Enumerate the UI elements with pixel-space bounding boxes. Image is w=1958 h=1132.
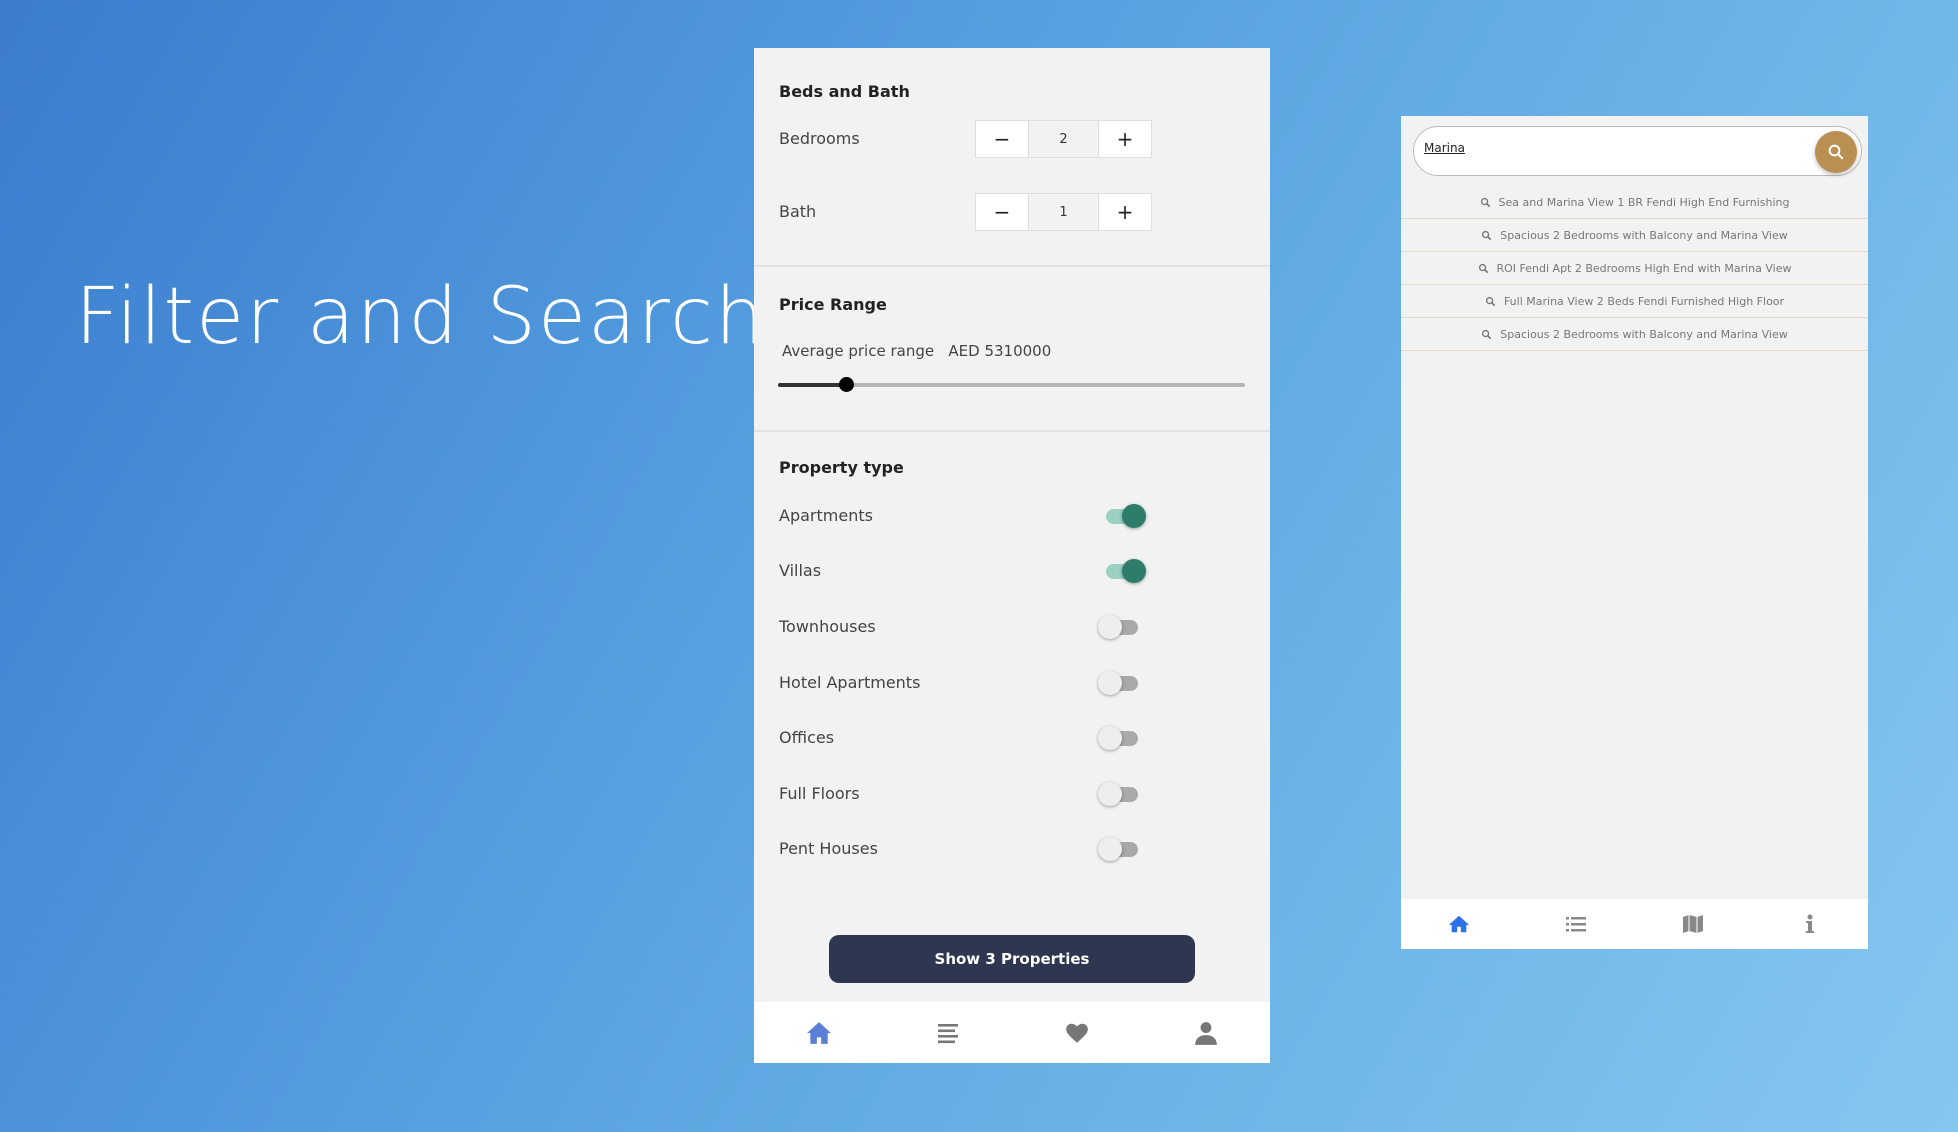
search-bar bbox=[1413, 126, 1862, 176]
property-type-toggle[interactable] bbox=[1098, 834, 1148, 864]
hero-title: Filter and Search bbox=[75, 272, 767, 362]
divider bbox=[754, 430, 1270, 432]
property-type-label: Pent Houses bbox=[779, 839, 878, 858]
nav-home-icon[interactable] bbox=[1439, 904, 1479, 944]
nav-list-icon[interactable] bbox=[928, 1013, 968, 1053]
search-icon bbox=[1828, 144, 1844, 160]
toggle-knob bbox=[1098, 671, 1122, 695]
nav-heart-icon[interactable] bbox=[1057, 1013, 1097, 1053]
property-type-label: Villas bbox=[779, 561, 822, 580]
property-type-heading: Property type bbox=[779, 458, 904, 477]
property-type-label: Apartments bbox=[779, 506, 873, 525]
toggle-knob bbox=[1098, 782, 1122, 806]
suggestion-text: Spacious 2 Bedrooms with Balcony and Mar… bbox=[1500, 327, 1788, 341]
search-icon bbox=[1482, 230, 1492, 240]
price-slider-fill bbox=[778, 383, 847, 387]
bath-increment-button[interactable]: + bbox=[1099, 194, 1151, 230]
divider bbox=[754, 265, 1270, 267]
bath-decrement-button[interactable]: − bbox=[976, 194, 1028, 230]
property-type-label: Offices bbox=[779, 728, 835, 747]
bedrooms-label: Bedrooms bbox=[779, 129, 860, 148]
bottom-nav bbox=[1401, 899, 1868, 949]
search-icon bbox=[1485, 296, 1496, 306]
search-input[interactable] bbox=[1424, 141, 1784, 155]
price-range-heading: Price Range bbox=[779, 295, 887, 314]
toggle-knob bbox=[1122, 559, 1146, 583]
bath-stepper: − 1 + bbox=[975, 193, 1152, 231]
toggle-knob bbox=[1098, 837, 1122, 861]
bedrooms-decrement-button[interactable]: − bbox=[976, 121, 1028, 157]
bedrooms-value: 2 bbox=[1028, 121, 1099, 157]
show-properties-button[interactable]: Show 3 Properties bbox=[829, 935, 1195, 983]
property-type-toggle[interactable] bbox=[1098, 723, 1148, 753]
suggestion-text: ROI Fendi Apt 2 Bedrooms High End with M… bbox=[1496, 261, 1792, 275]
property-type-toggle[interactable] bbox=[1098, 779, 1148, 809]
price-label-text: Average price range bbox=[782, 342, 935, 360]
filter-screen: Beds and Bath Bedrooms − 2 + Bath − 1 + … bbox=[754, 48, 1270, 1063]
toggle-knob bbox=[1098, 615, 1122, 639]
property-type-label: Townhouses bbox=[779, 617, 876, 636]
search-button[interactable] bbox=[1815, 131, 1857, 173]
search-icon bbox=[1482, 329, 1492, 339]
suggestion-text: Spacious 2 Bedrooms with Balcony and Mar… bbox=[1500, 228, 1788, 242]
suggestion-text: Full Marina View 2 Beds Fendi Furnished … bbox=[1503, 294, 1785, 308]
nav-info-icon[interactable] bbox=[1790, 904, 1830, 944]
bedrooms-stepper: − 2 + bbox=[975, 120, 1152, 158]
bath-label: Bath bbox=[779, 202, 817, 221]
property-type-toggle[interactable] bbox=[1098, 668, 1148, 698]
search-suggestion[interactable]: Spacious 2 Bedrooms with Balcony and Mar… bbox=[1401, 219, 1868, 252]
price-slider-thumb[interactable] bbox=[839, 377, 855, 392]
property-type-label: Full Floors bbox=[779, 784, 860, 803]
price-label: Average price range AED 5310000 bbox=[782, 342, 1051, 360]
search-suggestion[interactable]: Spacious 2 Bedrooms with Balcony and Mar… bbox=[1401, 318, 1868, 351]
nav-list-icon[interactable] bbox=[1556, 904, 1596, 944]
price-value: AED 5310000 bbox=[948, 342, 1052, 360]
property-type-toggle[interactable] bbox=[1098, 501, 1148, 531]
toggle-knob bbox=[1098, 726, 1122, 750]
search-suggestion[interactable]: Sea and Marina View 1 BR Fendi High End … bbox=[1401, 186, 1868, 219]
search-icon bbox=[1478, 263, 1488, 273]
search-suggestion[interactable]: Full Marina View 2 Beds Fendi Furnished … bbox=[1401, 285, 1868, 318]
property-type-label: Hotel Apartments bbox=[779, 673, 921, 692]
bottom-nav bbox=[754, 1002, 1270, 1063]
nav-user-icon[interactable] bbox=[1186, 1013, 1226, 1053]
bedrooms-increment-button[interactable]: + bbox=[1099, 121, 1151, 157]
beds-bath-heading: Beds and Bath bbox=[779, 82, 910, 101]
toggle-knob bbox=[1122, 504, 1146, 528]
property-type-toggle[interactable] bbox=[1098, 612, 1148, 642]
search-screen: Sea and Marina View 1 BR Fendi High End … bbox=[1401, 116, 1868, 949]
property-type-toggle[interactable] bbox=[1098, 556, 1148, 586]
price-slider[interactable] bbox=[778, 377, 1245, 392]
suggestion-text: Sea and Marina View 1 BR Fendi High End … bbox=[1498, 195, 1790, 209]
search-icon bbox=[1480, 197, 1490, 207]
search-suggestion[interactable]: ROI Fendi Apt 2 Bedrooms High End with M… bbox=[1401, 252, 1868, 285]
nav-map-icon[interactable] bbox=[1673, 904, 1713, 944]
bath-value: 1 bbox=[1028, 194, 1099, 230]
nav-home-icon[interactable] bbox=[799, 1013, 839, 1053]
